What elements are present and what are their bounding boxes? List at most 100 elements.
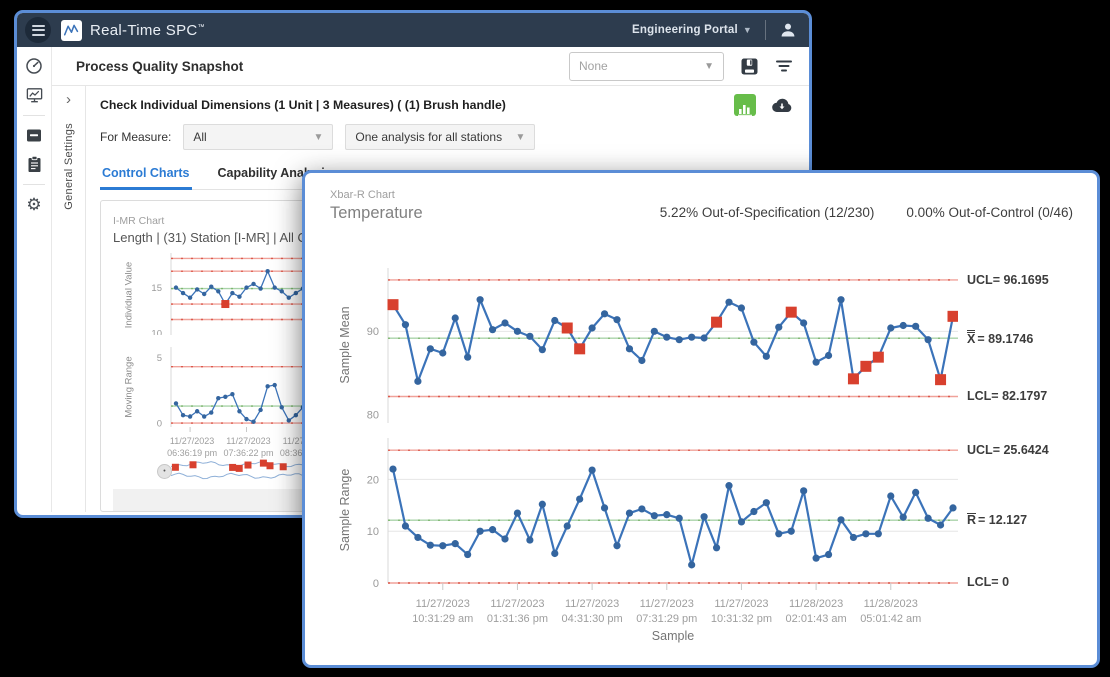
data-point-marker[interactable] [701, 334, 708, 341]
out-of-spec-marker[interactable] [711, 317, 722, 328]
data-point-marker[interactable] [265, 384, 269, 388]
data-point-marker[interactable] [825, 352, 832, 359]
data-point-marker[interactable] [489, 526, 496, 533]
cloud-download-icon[interactable] [771, 97, 793, 113]
save-icon[interactable] [740, 57, 759, 76]
data-point-marker[interactable] [439, 542, 446, 549]
data-point-marker[interactable] [663, 511, 670, 518]
data-point-marker[interactable] [725, 299, 732, 306]
data-point-marker[interactable] [837, 516, 844, 523]
data-point-marker[interactable] [651, 512, 658, 519]
data-point-marker[interactable] [209, 410, 213, 414]
out-of-spec-marker[interactable] [935, 374, 946, 385]
data-point-marker[interactable] [389, 465, 396, 472]
data-point-marker[interactable] [188, 414, 192, 418]
data-point-marker[interactable] [713, 544, 720, 551]
data-point-marker[interactable] [589, 324, 596, 331]
data-point-marker[interactable] [701, 513, 708, 520]
out-of-spec-marker[interactable] [873, 352, 884, 363]
data-point-marker[interactable] [464, 354, 471, 361]
data-point-marker[interactable] [287, 418, 291, 422]
data-point-marker[interactable] [258, 286, 262, 290]
data-point-marker[interactable] [402, 321, 409, 328]
data-point-marker[interactable] [272, 383, 276, 387]
data-point-marker[interactable] [181, 291, 185, 295]
data-point-marker[interactable] [601, 504, 608, 511]
data-point-marker[interactable] [862, 530, 869, 537]
gauge-icon[interactable] [25, 57, 43, 75]
data-point-marker[interactable] [539, 346, 546, 353]
data-point-marker[interactable] [663, 334, 670, 341]
portal-selector[interactable]: Engineering Portal▼ [632, 24, 752, 36]
data-point-marker[interactable] [230, 291, 234, 295]
data-point-marker[interactable] [887, 492, 894, 499]
data-point-marker[interactable] [900, 514, 907, 521]
data-point-marker[interactable] [414, 378, 421, 385]
data-point-marker[interactable] [223, 395, 227, 399]
data-point-marker[interactable] [489, 326, 496, 333]
data-point-marker[interactable] [775, 530, 782, 537]
data-point-marker[interactable] [237, 295, 241, 299]
data-point-marker[interactable] [589, 467, 596, 474]
data-point-marker[interactable] [738, 518, 745, 525]
data-point-marker[interactable] [526, 333, 533, 340]
data-point-marker[interactable] [265, 269, 269, 273]
data-point-marker[interactable] [638, 357, 645, 364]
data-point-marker[interactable] [551, 317, 558, 324]
data-point-marker[interactable] [427, 345, 434, 352]
data-point-marker[interactable] [181, 413, 185, 417]
data-point-marker[interactable] [626, 509, 633, 516]
data-point-marker[interactable] [825, 551, 832, 558]
out-of-spec-marker[interactable] [388, 299, 399, 310]
data-point-marker[interactable] [195, 287, 199, 291]
data-point-marker[interactable] [750, 508, 757, 515]
data-point-marker[interactable] [439, 349, 446, 356]
data-point-marker[interactable] [738, 304, 745, 311]
data-point-marker[interactable] [925, 515, 932, 522]
data-point-marker[interactable] [775, 324, 782, 331]
data-point-marker[interactable] [251, 420, 255, 424]
data-point-marker[interactable] [688, 561, 695, 568]
data-point-marker[interactable] [601, 310, 608, 317]
data-point-marker[interactable] [272, 285, 276, 289]
chart-monitor-icon[interactable] [25, 86, 44, 104]
out-of-spec-marker[interactable] [948, 311, 959, 322]
data-point-marker[interactable] [237, 409, 241, 413]
measure-select[interactable]: All▼ [183, 124, 333, 150]
data-point-marker[interactable] [912, 323, 919, 330]
expand-chevron-icon[interactable]: › [66, 92, 71, 107]
data-point-marker[interactable] [788, 528, 795, 535]
data-point-marker[interactable] [875, 530, 882, 537]
data-point-marker[interactable] [294, 413, 298, 417]
data-point-marker[interactable] [514, 509, 521, 516]
data-point-marker[interactable] [414, 534, 421, 541]
data-point-marker[interactable] [912, 489, 919, 496]
data-point-marker[interactable] [280, 405, 284, 409]
data-point-marker[interactable] [174, 285, 178, 289]
data-point-marker[interactable] [937, 521, 944, 528]
data-point-marker[interactable] [427, 542, 434, 549]
data-point-marker[interactable] [925, 336, 932, 343]
data-point-marker[interactable] [501, 319, 508, 326]
data-point-marker[interactable] [638, 505, 645, 512]
data-point-marker[interactable] [800, 487, 807, 494]
data-point-marker[interactable] [477, 528, 484, 535]
data-point-marker[interactable] [209, 285, 213, 289]
data-point-marker[interactable] [477, 296, 484, 303]
data-point-marker[interactable] [551, 550, 558, 557]
data-point-marker[interactable] [294, 291, 298, 295]
analysis-chart-button[interactable] [734, 94, 756, 116]
data-point-marker[interactable] [514, 328, 521, 335]
data-point-marker[interactable] [251, 282, 255, 286]
data-point-marker[interactable] [813, 359, 820, 366]
data-point-marker[interactable] [216, 396, 220, 400]
filter-icon[interactable] [775, 58, 793, 74]
data-point-marker[interactable] [539, 501, 546, 508]
data-point-marker[interactable] [688, 334, 695, 341]
tab-control-charts[interactable]: Control Charts [100, 160, 192, 190]
data-point-marker[interactable] [526, 536, 533, 543]
out-of-spec-marker[interactable] [574, 343, 585, 354]
data-point-marker[interactable] [949, 504, 956, 511]
data-point-marker[interactable] [174, 401, 178, 405]
data-point-marker[interactable] [813, 555, 820, 562]
